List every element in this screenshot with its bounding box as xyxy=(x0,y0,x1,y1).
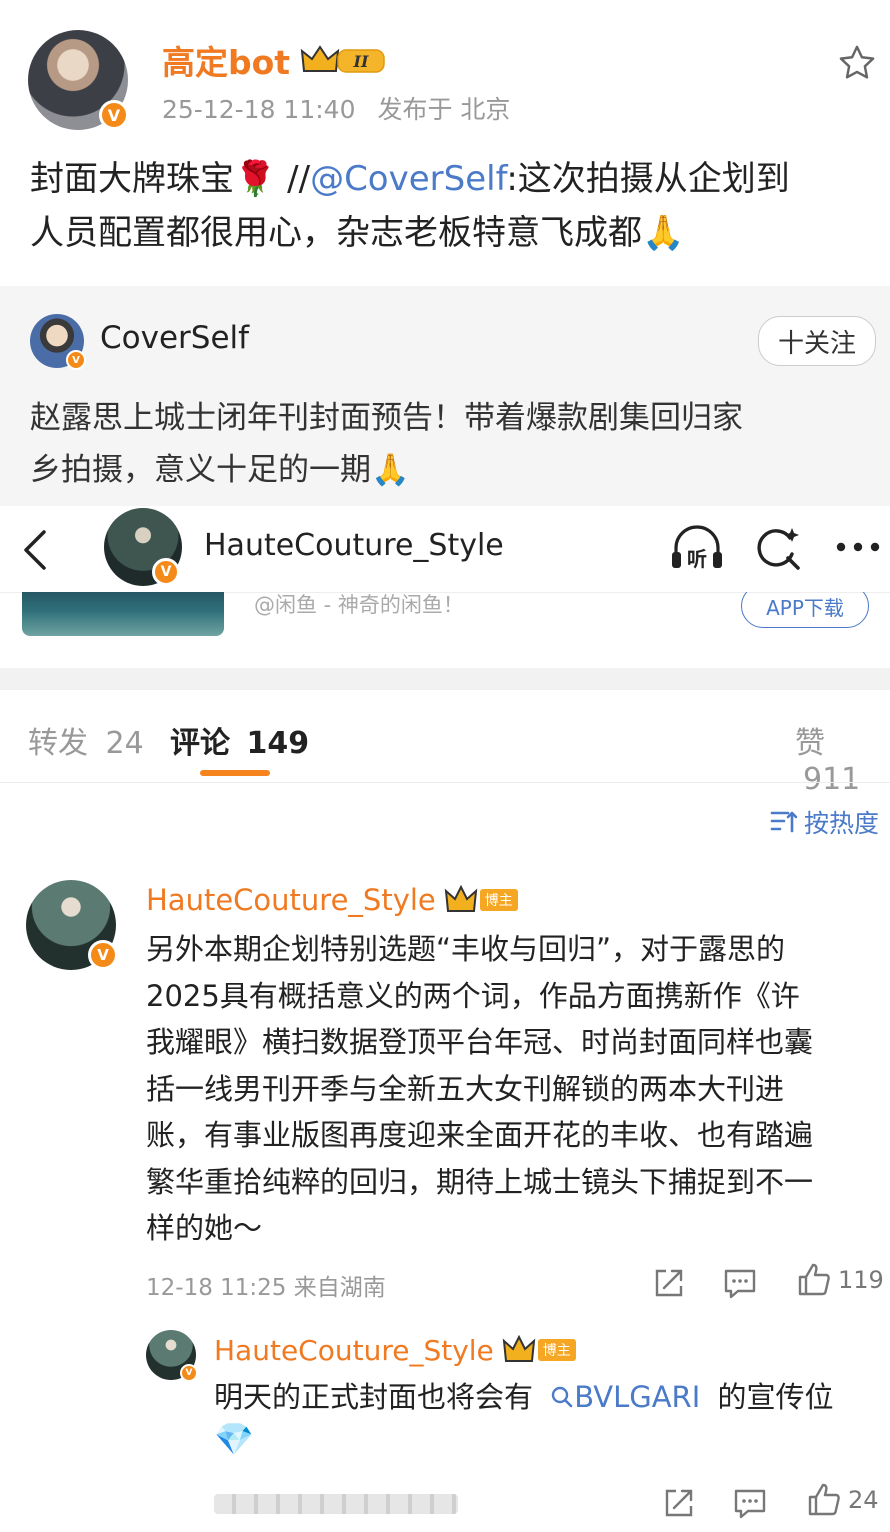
author-name[interactable]: 高定bot xyxy=(162,36,290,84)
blurred-bottom-text xyxy=(214,1494,458,1514)
like-button[interactable]: 119 xyxy=(796,1262,884,1298)
follow-button[interactable]: 十关注 xyxy=(758,316,876,366)
comment-author[interactable]: HauteCouture_Style xyxy=(146,883,436,917)
author-name-row: 高定bot II xyxy=(162,38,390,82)
repost-hands-emoji: 🙏 xyxy=(371,452,410,488)
sort-label: 按热度 xyxy=(804,809,880,838)
search-topic-text: BVLGARI xyxy=(574,1380,701,1414)
post-text-line-2: 人员配置都很用心，杂志老板特意飞成都🙏 xyxy=(30,206,870,260)
reposted-card[interactable]: V CoverSelf 十关注 赵露思上城士闭年刊封面预告！带着爆款剧集回归家 … xyxy=(0,286,890,506)
search-topic-link[interactable]: BVLGARI xyxy=(550,1380,709,1414)
tab-comments[interactable]: 评论 149 xyxy=(170,718,309,762)
section-divider xyxy=(0,668,890,690)
comment-line: 账，有事业版图再度迎来全面开花的丰收、也有踏遍 xyxy=(146,1118,814,1152)
listen-label: 听 xyxy=(687,547,707,571)
sort-control[interactable]: 按热度 xyxy=(770,804,879,840)
post-meta: 25-12-18 11:40 发布于 北京 xyxy=(162,90,510,126)
comment-line: 样的她～ xyxy=(146,1211,263,1245)
comment-line: 另外本期企划特别选题“丰收与回归”，对于露思的 xyxy=(146,932,786,966)
reply-body: 明天的正式封面也将会有 BVLGARI 的宣传位 xyxy=(214,1374,884,1421)
like-count: 119 xyxy=(838,1266,884,1294)
comment-author-row: HauteCouture_Style 博主 xyxy=(146,880,518,920)
mention-link[interactable]: @CoverSelf xyxy=(310,159,506,199)
repost-text-line-1: 赵露思上城士闭年刊封面预告！带着爆款剧集回归家 xyxy=(30,400,743,436)
tab-likes[interactable]: 赞 911 xyxy=(795,718,890,797)
tab-likes-count: 911 xyxy=(803,762,861,797)
reply-crown-icon xyxy=(502,1335,536,1365)
navbar-verified-icon: V xyxy=(152,558,180,586)
app-download-button[interactable]: APP下载 xyxy=(741,592,869,628)
tab-likes-label: 赞 xyxy=(795,726,825,761)
comment-body: 另外本期企划特别选题“丰收与回归”，对于露思的 2025具有概括意义的两个词，作… xyxy=(146,926,886,1252)
share-icon[interactable] xyxy=(652,1266,686,1300)
navbar-title[interactable]: HauteCouture_Style xyxy=(204,528,504,563)
post-separator: // xyxy=(276,159,311,199)
tab-comments-count: 149 xyxy=(246,726,310,761)
ad-banner[interactable]: @闲鱼 - 神奇的闲鱼！ APP下载 xyxy=(0,592,890,668)
reply-comment-bubble-icon[interactable] xyxy=(732,1486,768,1520)
reply-text-before: 明天的正式封面也将会有 xyxy=(214,1380,534,1414)
listen-headphone-icon[interactable]: 听 xyxy=(668,522,726,574)
repost-author-name[interactable]: CoverSelf xyxy=(100,320,249,356)
reply-thumbs-up-icon xyxy=(806,1482,842,1518)
star-favorite-icon[interactable] xyxy=(836,42,878,84)
reply-author[interactable]: HauteCouture_Style xyxy=(214,1334,494,1367)
reply-like-count: 24 xyxy=(848,1486,879,1514)
repost-text-line2: 乡拍摄，意义十足的一期 xyxy=(30,452,371,488)
post-text-rest: :这次拍摄从企划到 xyxy=(506,159,790,199)
repost-text-line-2: 乡拍摄，意义十足的一期🙏 xyxy=(30,444,743,496)
post-location: 发布于 北京 xyxy=(377,95,511,124)
back-arrow-icon[interactable] xyxy=(18,528,52,572)
ad-thumbnail xyxy=(22,592,224,636)
comment-verified-icon: V xyxy=(88,940,118,970)
crown-level-icon: II xyxy=(298,43,390,77)
reply-verified-icon: V xyxy=(180,1364,198,1382)
repost-verified-icon: V xyxy=(66,350,86,370)
top-navbar: V HauteCouture_Style 听 xyxy=(0,506,890,592)
reply-like-button[interactable]: 24 xyxy=(806,1482,879,1518)
tab-comments-label: 评论 xyxy=(170,726,230,761)
comment-meta: 12-18 11:25 来自湖南 xyxy=(146,1275,386,1301)
level-badge-text: II xyxy=(353,52,369,71)
reply-comment-icon[interactable] xyxy=(722,1266,758,1300)
crown-icon xyxy=(444,885,478,915)
thumbs-up-icon xyxy=(796,1262,832,1298)
search-icon xyxy=(550,1385,574,1409)
post-body: 封面大牌珠宝🌹 //@CoverSelf:这次拍摄从企划到 人员配置都很用心，杂… xyxy=(30,152,870,260)
post-text-line-1: 封面大牌珠宝🌹 //@CoverSelf:这次拍摄从企划到 xyxy=(30,152,870,206)
post-timestamp: 25-12-18 11:40 xyxy=(162,95,356,124)
hands-emoji: 🙏 xyxy=(642,213,685,253)
ad-text: @闲鱼 - 神奇的闲鱼！ xyxy=(254,593,464,617)
sort-icon xyxy=(770,809,798,835)
reply-share-icon[interactable] xyxy=(662,1486,696,1520)
reply-blogger-badge: 博主 xyxy=(537,1339,576,1361)
verified-badge-icon: V xyxy=(99,100,129,130)
reply-text-after: 的宣传位 xyxy=(717,1380,834,1414)
comment-line: 括一线男刊开季与全新五大女刊解锁的两本大刊进 xyxy=(146,1071,785,1106)
post-text-prefix: 封面大牌珠宝 xyxy=(30,159,234,199)
search-sparkle-icon[interactable] xyxy=(754,524,804,574)
tab-repost-label: 转发 xyxy=(28,726,88,761)
tabs-divider xyxy=(0,782,890,783)
rose-emoji: 🌹 xyxy=(234,159,277,199)
tab-repost-count: 24 xyxy=(105,726,144,761)
comment-line: 繁华重拾纯粹的回归，期待上城士镜头下捕捉到不一 xyxy=(146,1164,814,1199)
comment-line: 我耀眼》横扫数据登顶平台年冠、时尚封面同样也囊 xyxy=(146,1025,814,1059)
repost-text: 赵露思上城士闭年刊封面预告！带着爆款剧集回归家 乡拍摄，意义十足的一期🙏 xyxy=(30,392,743,496)
post-text-line2: 人员配置都很用心，杂志老板特意飞成都 xyxy=(30,213,642,253)
comment-line: 2025具有概括意义的两个词，作品方面携新作《许 xyxy=(146,978,800,1013)
reply-author-row: HauteCouture_Style 博主 xyxy=(214,1330,576,1370)
active-tab-indicator xyxy=(200,770,270,776)
blogger-badge: 博主 xyxy=(479,889,518,911)
diamond-emoji: 💎 xyxy=(214,1420,254,1458)
more-options-icon[interactable] xyxy=(834,540,882,554)
tab-repost[interactable]: 转发 24 xyxy=(28,718,144,762)
